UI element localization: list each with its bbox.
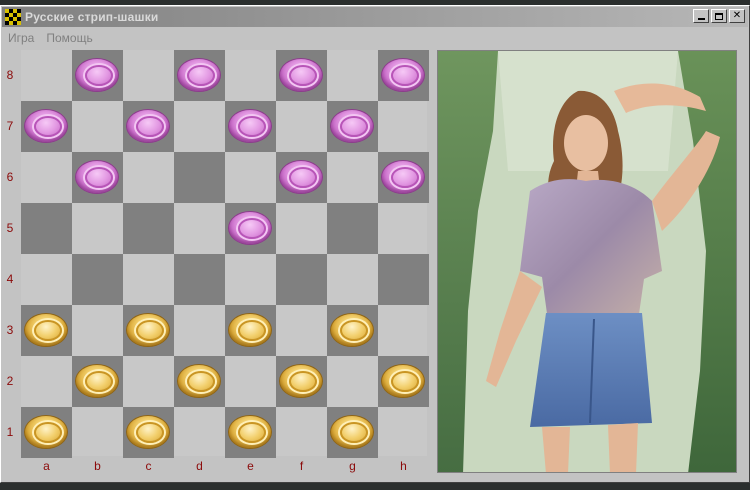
checker-piece-pink-f6[interactable] [279, 160, 323, 194]
maximize-button[interactable] [711, 9, 727, 23]
board-square-e8[interactable] [225, 50, 276, 101]
board-square-e4[interactable] [225, 254, 276, 305]
checker-piece-gold-e3[interactable] [228, 313, 272, 347]
rank-label-6: 6 [6, 170, 14, 184]
checker-piece-pink-b6[interactable] [75, 160, 119, 194]
checker-piece-gold-a1[interactable] [24, 415, 68, 449]
close-button[interactable]: ✕ [729, 9, 745, 23]
board-square-f4[interactable] [276, 254, 327, 305]
board-square-d5[interactable] [174, 203, 225, 254]
board-square-c5[interactable] [123, 203, 174, 254]
board-square-b3[interactable] [72, 305, 123, 356]
board-square-a5[interactable] [21, 203, 72, 254]
window-title: Русские стрип-шашки [25, 10, 159, 24]
rank-label-7: 7 [6, 119, 14, 133]
board-square-b4[interactable] [72, 254, 123, 305]
checker-piece-gold-f2[interactable] [279, 364, 323, 398]
board-square-d6[interactable] [174, 152, 225, 203]
menu-game[interactable]: Игра [8, 31, 34, 45]
board-square-b1[interactable] [72, 407, 123, 458]
checker-piece-pink-c7[interactable] [126, 109, 170, 143]
rank-label-4: 4 [6, 272, 14, 286]
board-square-a2[interactable] [21, 356, 72, 407]
checker-piece-pink-e7[interactable] [228, 109, 272, 143]
opponent-photo [437, 50, 737, 473]
board-square-g8[interactable] [327, 50, 378, 101]
board-square-c4[interactable] [123, 254, 174, 305]
board-square-g6[interactable] [327, 152, 378, 203]
rank-label-5: 5 [6, 221, 14, 235]
checker-piece-pink-b8[interactable] [75, 58, 119, 92]
board-square-g5[interactable] [327, 203, 378, 254]
checker-piece-gold-d2[interactable] [177, 364, 221, 398]
board-square-b5[interactable] [72, 203, 123, 254]
checker-piece-pink-h8[interactable] [381, 58, 425, 92]
board-square-c6[interactable] [123, 152, 174, 203]
rank-label-8: 8 [6, 68, 14, 82]
board-square-f7[interactable] [276, 101, 327, 152]
board-square-d7[interactable] [174, 101, 225, 152]
checker-piece-pink-a7[interactable] [24, 109, 68, 143]
checker-piece-gold-g1[interactable] [330, 415, 374, 449]
checker-piece-gold-g3[interactable] [330, 313, 374, 347]
file-label-h: h [400, 459, 407, 473]
board-square-e6[interactable] [225, 152, 276, 203]
photo-illustration [438, 51, 736, 472]
board-square-f3[interactable] [276, 305, 327, 356]
board-square-h7[interactable] [378, 101, 429, 152]
board-square-a8[interactable] [21, 50, 72, 101]
checkers-board[interactable] [21, 50, 429, 458]
checker-piece-pink-d8[interactable] [177, 58, 221, 92]
checker-piece-gold-c3[interactable] [126, 313, 170, 347]
board-square-e2[interactable] [225, 356, 276, 407]
board-square-d1[interactable] [174, 407, 225, 458]
rank-label-1: 1 [6, 425, 14, 439]
file-label-g: g [349, 459, 356, 473]
file-label-c: c [145, 459, 152, 473]
minimize-icon [697, 18, 705, 20]
checker-piece-pink-h6[interactable] [381, 160, 425, 194]
maximize-icon [715, 12, 723, 20]
title-bar[interactable]: Русские стрип-шашки ✕ [2, 7, 748, 27]
board-square-h4[interactable] [378, 254, 429, 305]
checker-piece-gold-h2[interactable] [381, 364, 425, 398]
board-square-g2[interactable] [327, 356, 378, 407]
board-square-g4[interactable] [327, 254, 378, 305]
board-square-d3[interactable] [174, 305, 225, 356]
checker-piece-gold-e1[interactable] [228, 415, 272, 449]
board-square-h5[interactable] [378, 203, 429, 254]
rank-label-3: 3 [6, 323, 14, 337]
file-label-b: b [94, 459, 101, 473]
board-square-h1[interactable] [378, 407, 429, 458]
file-label-e: e [247, 459, 254, 473]
window-controls: ✕ [691, 9, 745, 23]
checker-piece-pink-e5[interactable] [228, 211, 272, 245]
checker-piece-gold-a3[interactable] [24, 313, 68, 347]
board-square-f5[interactable] [276, 203, 327, 254]
rank-label-2: 2 [6, 374, 14, 388]
board-square-c8[interactable] [123, 50, 174, 101]
minimize-button[interactable] [693, 9, 709, 23]
checker-piece-gold-c1[interactable] [126, 415, 170, 449]
checker-piece-pink-g7[interactable] [330, 109, 374, 143]
menu-help[interactable]: Помощь [46, 31, 92, 45]
board-square-d4[interactable] [174, 254, 225, 305]
checkers-app-icon[interactable] [5, 9, 21, 25]
checker-piece-pink-f8[interactable] [279, 58, 323, 92]
close-icon: ✕ [732, 10, 742, 21]
board-square-f1[interactable] [276, 407, 327, 458]
board-square-a6[interactable] [21, 152, 72, 203]
checker-piece-gold-b2[interactable] [75, 364, 119, 398]
board-square-c2[interactable] [123, 356, 174, 407]
file-label-a: a [43, 459, 50, 473]
file-label-f: f [299, 459, 304, 473]
board-square-h3[interactable] [378, 305, 429, 356]
file-label-d: d [196, 459, 203, 473]
board-square-a4[interactable] [21, 254, 72, 305]
menu-bar: Игра Помощь [2, 28, 748, 48]
board-square-b7[interactable] [72, 101, 123, 152]
